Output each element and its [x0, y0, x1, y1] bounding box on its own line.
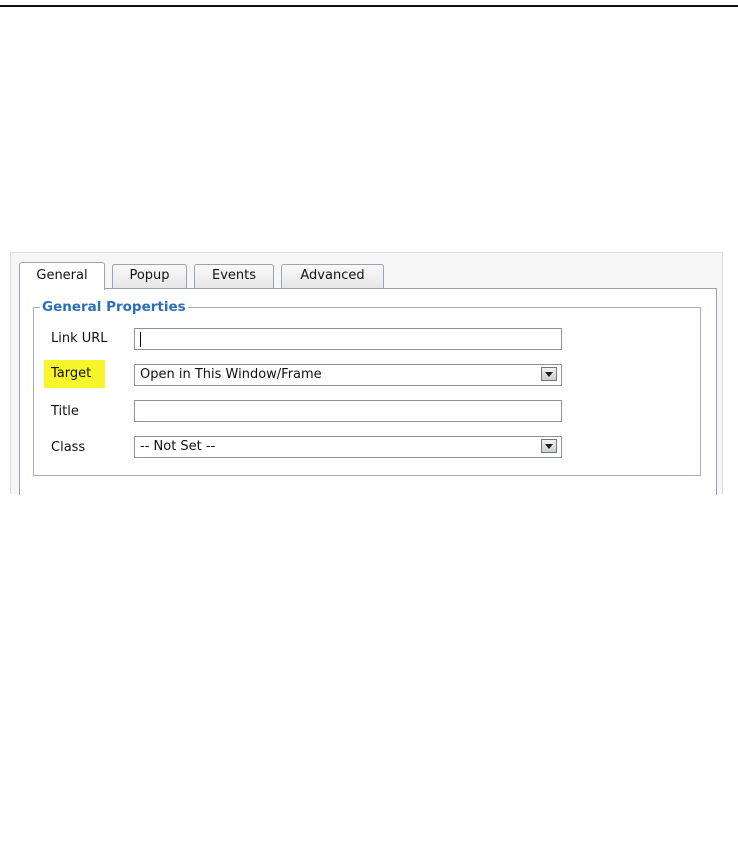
target-label: Target: [44, 360, 106, 388]
link-url-label: Link URL: [51, 331, 108, 346]
tab-general[interactable]: General: [19, 262, 105, 290]
text-cursor: [140, 332, 141, 347]
link-properties-dialog: General Popup Events Advanced General Pr…: [10, 252, 723, 495]
class-select[interactable]: -- Not Set --: [134, 436, 562, 458]
class-label: Class: [51, 440, 86, 455]
title-field[interactable]: [134, 400, 562, 422]
dropdown-arrow-icon[interactable]: [541, 367, 557, 381]
group-legend: General Properties: [40, 298, 188, 316]
dropdown-arrow-icon[interactable]: [541, 439, 557, 453]
tab-events[interactable]: Events: [194, 264, 274, 288]
class-selected-value: -- Not Set --: [140, 439, 216, 454]
target-selected-value: Open in This Window/Frame: [140, 367, 322, 382]
tab-content-general: General Properties Link URL Target Open …: [19, 288, 717, 495]
link-url-field[interactable]: [134, 328, 562, 350]
title-label: Title: [51, 404, 79, 419]
tab-popup[interactable]: Popup: [112, 264, 187, 288]
general-properties-group: General Properties Link URL Target Open …: [33, 298, 701, 476]
target-select[interactable]: Open in This Window/Frame: [134, 364, 562, 386]
top-divider: [0, 5, 738, 7]
tab-advanced[interactable]: Advanced: [281, 264, 384, 288]
